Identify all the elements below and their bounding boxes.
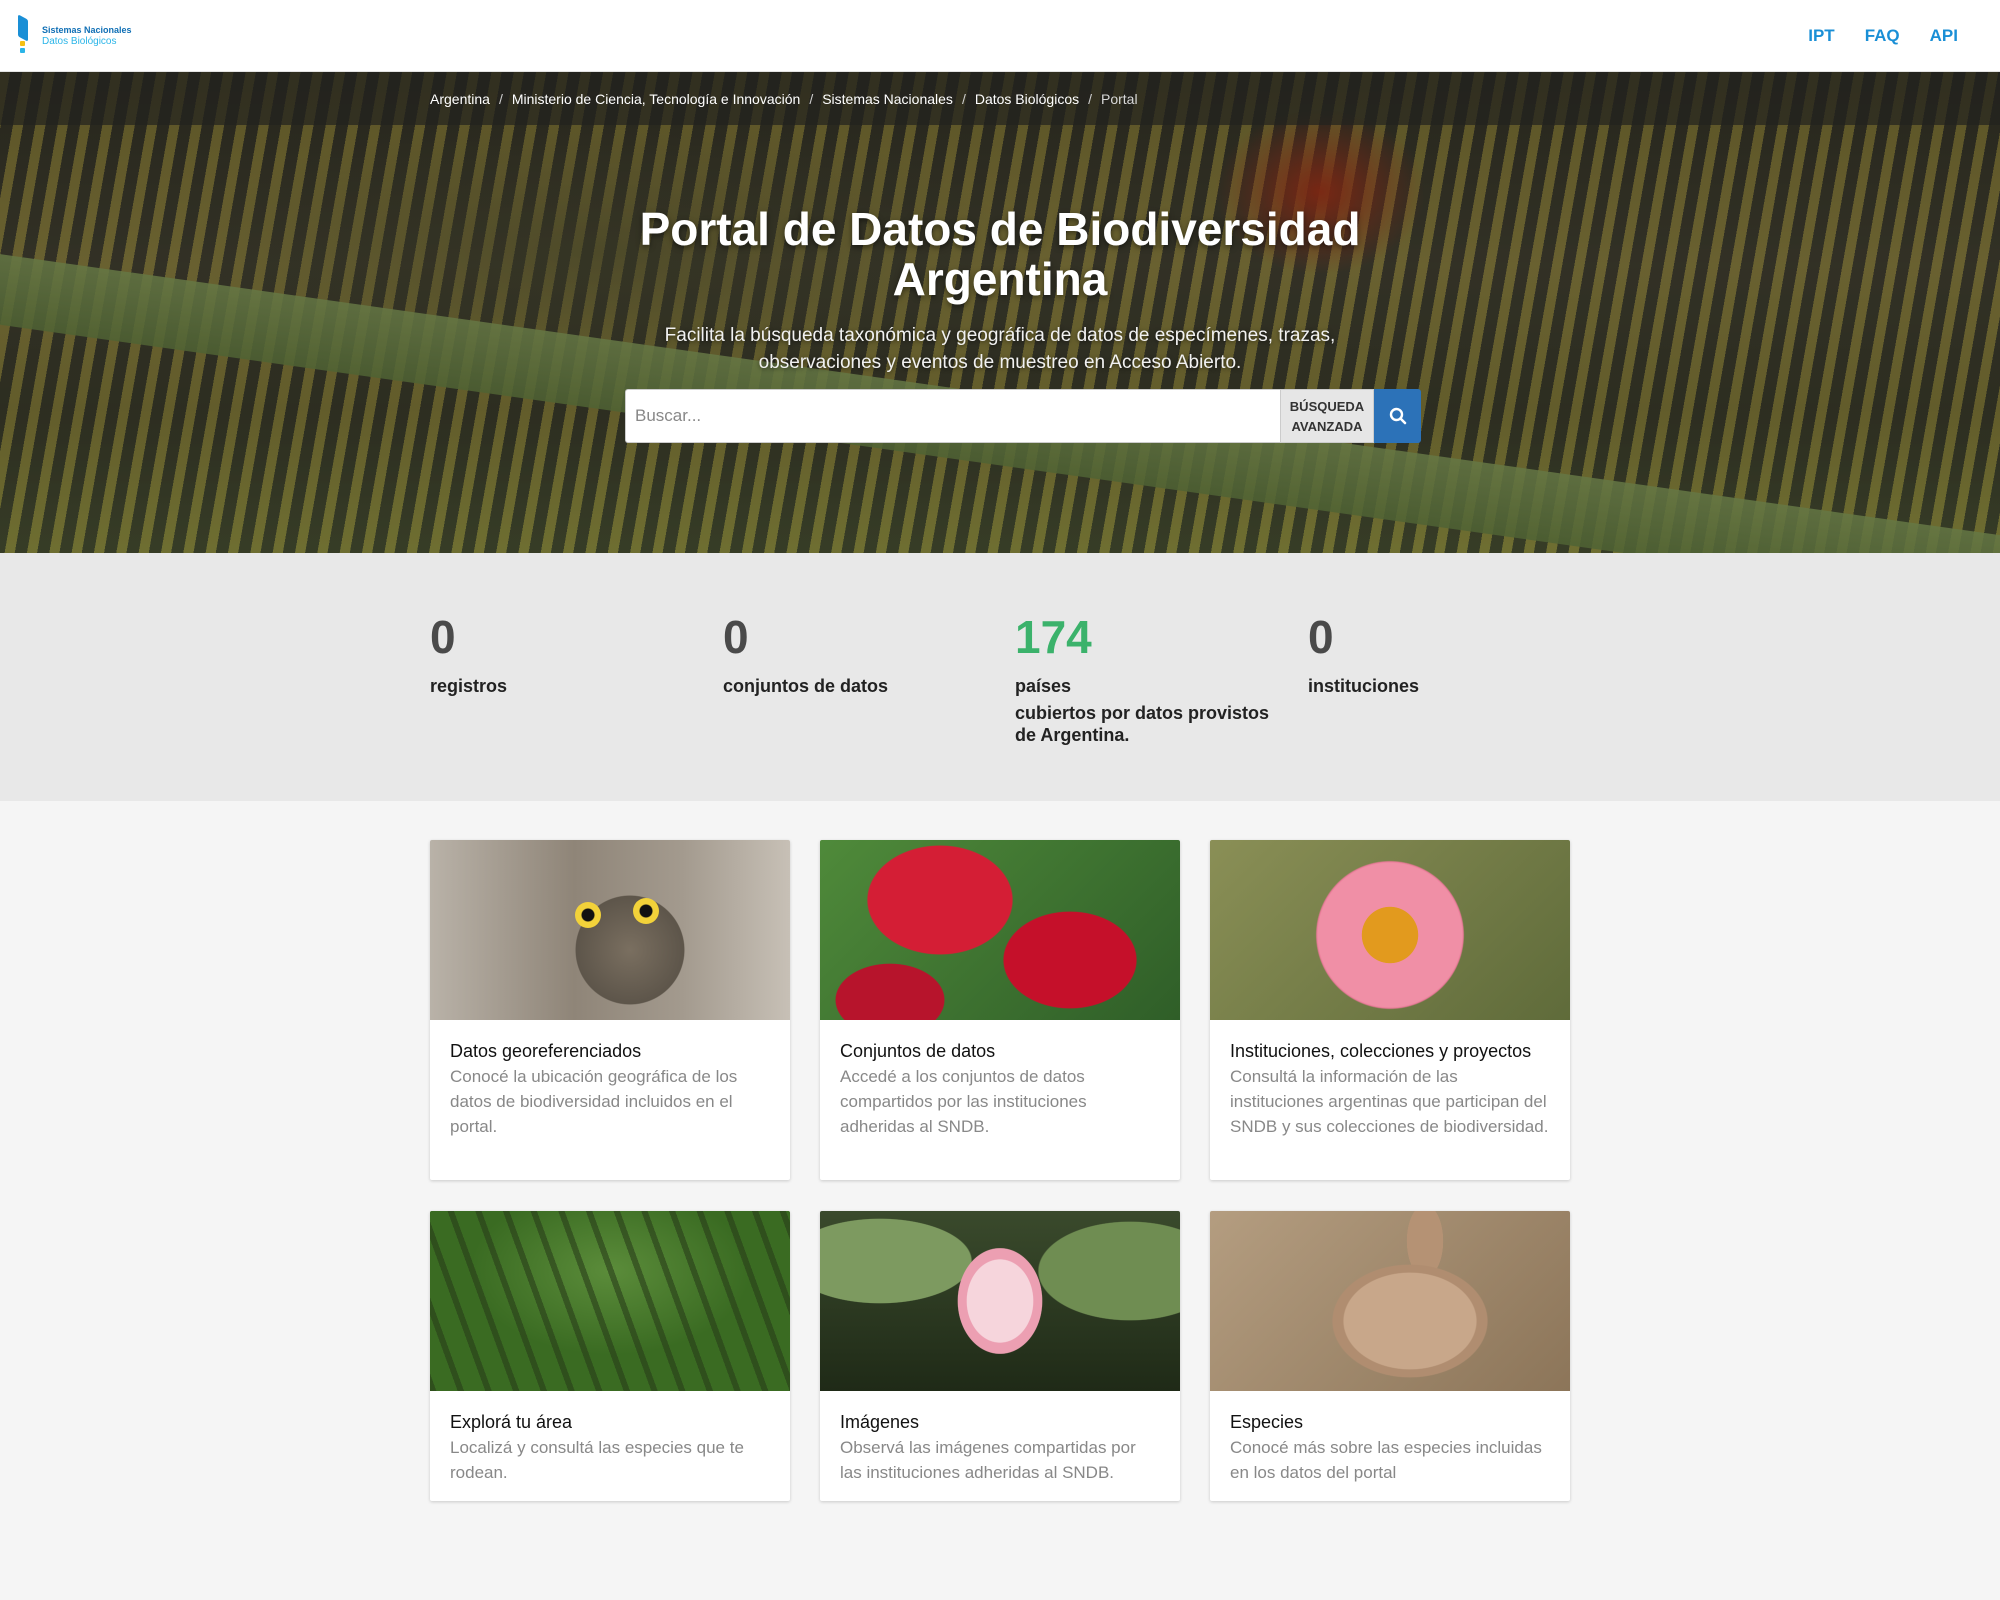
hero-subtitle: Facilita la búsqueda taxonómica y geográ… bbox=[600, 322, 1400, 376]
card-conjuntos-de-datos[interactable]: Conjuntos de datos Accedé a los conjunto… bbox=[820, 840, 1180, 1180]
card-description: Consultá la información de las instituci… bbox=[1230, 1067, 1549, 1136]
stat-extra-label: cubiertos por datos provistos de Argenti… bbox=[1015, 703, 1270, 745]
nav-link-ipt[interactable]: IPT bbox=[1808, 26, 1834, 46]
breadcrumb: Argentina / Ministerio de Ciencia, Tecno… bbox=[430, 72, 1138, 125]
stat-label: instituciones bbox=[1308, 676, 1420, 696]
search-button[interactable] bbox=[1374, 389, 1421, 443]
stat-value: 174 bbox=[1015, 611, 1092, 663]
card-description: Observá las imágenes compartidas por las… bbox=[840, 1438, 1136, 1482]
nav-links: IPT FAQ API bbox=[1808, 0, 1958, 72]
stat-registros: 0 registros bbox=[430, 609, 690, 697]
sndb-logo-icon bbox=[16, 14, 38, 57]
advanced-search-button[interactable]: BÚSQUEDA AVANZADA bbox=[1280, 389, 1374, 443]
breadcrumb-separator: / bbox=[961, 90, 966, 107]
logo-text: Sistemas Nacionales Datos Biológicos bbox=[42, 25, 132, 47]
card-title: Especies bbox=[1230, 1412, 1304, 1432]
card-datos-georeferenciados[interactable]: Datos georeferenciados Conocé la ubicaci… bbox=[430, 840, 790, 1180]
hero-section: Argentina / Ministerio de Ciencia, Tecno… bbox=[0, 72, 2000, 553]
advanced-search-label-2: AVANZADA bbox=[1291, 419, 1363, 434]
breadcrumb-separator: / bbox=[809, 90, 814, 107]
breadcrumb-separator: / bbox=[498, 90, 503, 107]
forest-image bbox=[430, 1211, 790, 1391]
card-especies[interactable]: Especies Conocé más sobre las especies i… bbox=[1210, 1211, 1570, 1501]
stat-label: registros bbox=[430, 676, 508, 696]
card-description: Conocé más sobre las especies incluidas … bbox=[1230, 1438, 1542, 1482]
card-title: Instituciones, colecciones y proyectos bbox=[1230, 1041, 1532, 1061]
guanaco-image bbox=[1210, 1211, 1570, 1391]
breadcrumb-item-current: Portal bbox=[1101, 90, 1138, 107]
stat-value: 0 bbox=[723, 611, 749, 663]
stat-value: 0 bbox=[1308, 611, 1334, 663]
hero-title: Portal de Datos de Biodiversidad Argenti… bbox=[560, 204, 1440, 304]
card-title: Datos georeferenciados bbox=[450, 1041, 642, 1061]
hero-title-line-1: Portal de Datos de Biodiversidad bbox=[639, 203, 1361, 255]
card-instituciones[interactable]: Instituciones, colecciones y proyectos C… bbox=[1210, 840, 1570, 1180]
card-description: Accedé a los conjuntos de datos comparti… bbox=[840, 1067, 1087, 1136]
top-navbar: Sistemas Nacionales Datos Biológicos IPT… bbox=[0, 0, 2000, 72]
advanced-search-label-1: BÚSQUEDA bbox=[1289, 399, 1365, 414]
red-flower-image bbox=[820, 840, 1180, 1020]
card-imagenes[interactable]: Imágenes Observá las imágenes compartida… bbox=[820, 1211, 1180, 1501]
nav-link-faq[interactable]: FAQ bbox=[1865, 26, 1900, 46]
breadcrumb-separator: / bbox=[1088, 90, 1092, 107]
hero-subtitle-line-1: Facilita la búsqueda taxonómica y geográ… bbox=[664, 325, 1336, 346]
pink-flower-image bbox=[1210, 840, 1570, 1020]
breadcrumb-bar: Argentina / Ministerio de Ciencia, Tecno… bbox=[0, 72, 2000, 125]
breadcrumb-item-argentina[interactable]: Argentina bbox=[430, 91, 490, 107]
breadcrumb-item-datos-biologicos[interactable]: Datos Biológicos bbox=[975, 91, 1079, 107]
stat-paises: 174 países cubiertos por datos provistos… bbox=[1015, 609, 1275, 746]
nav-link-api[interactable]: API bbox=[1930, 26, 1958, 46]
search-input[interactable] bbox=[625, 389, 1280, 443]
stat-label: países bbox=[1015, 676, 1072, 696]
card-title: Explorá tu área bbox=[450, 1412, 573, 1432]
logo-line-1: Sistemas Nacionales bbox=[42, 25, 132, 35]
search-bar: BÚSQUEDA AVANZADA bbox=[625, 389, 1421, 443]
hero-subtitle-line-2: observaciones y eventos de muestreo en A… bbox=[758, 352, 1242, 373]
stat-conjuntos: 0 conjuntos de datos bbox=[723, 609, 983, 697]
hero-title-line-2: Argentina bbox=[892, 253, 1108, 305]
stat-instituciones: 0 instituciones bbox=[1308, 609, 1568, 697]
card-explora-tu-area[interactable]: Explorá tu área Localizá y consultá las … bbox=[430, 1211, 790, 1501]
stats-section: 0 registros 0 conjuntos de datos 174 paí… bbox=[0, 553, 2000, 801]
sndb-logo[interactable]: Sistemas Nacionales Datos Biológicos bbox=[16, 14, 132, 58]
breadcrumb-item-ministerio[interactable]: Ministerio de Ciencia, Tecnología e Inno… bbox=[512, 91, 800, 107]
water-lily-image bbox=[820, 1211, 1180, 1391]
stat-value: 0 bbox=[430, 611, 456, 663]
card-title: Imágenes bbox=[840, 1412, 920, 1432]
card-title: Conjuntos de datos bbox=[840, 1041, 996, 1061]
owl-image bbox=[430, 840, 790, 1020]
breadcrumb-item-sistemas-nacionales[interactable]: Sistemas Nacionales bbox=[822, 91, 953, 107]
card-description: Conocé la ubicación geográfica de los da… bbox=[450, 1067, 738, 1136]
logo-line-2: Datos Biológicos bbox=[42, 36, 117, 47]
card-description: Localizá y consultá las especies que te … bbox=[450, 1438, 744, 1482]
search-icon bbox=[1389, 407, 1406, 425]
stat-label: conjuntos de datos bbox=[723, 676, 889, 696]
